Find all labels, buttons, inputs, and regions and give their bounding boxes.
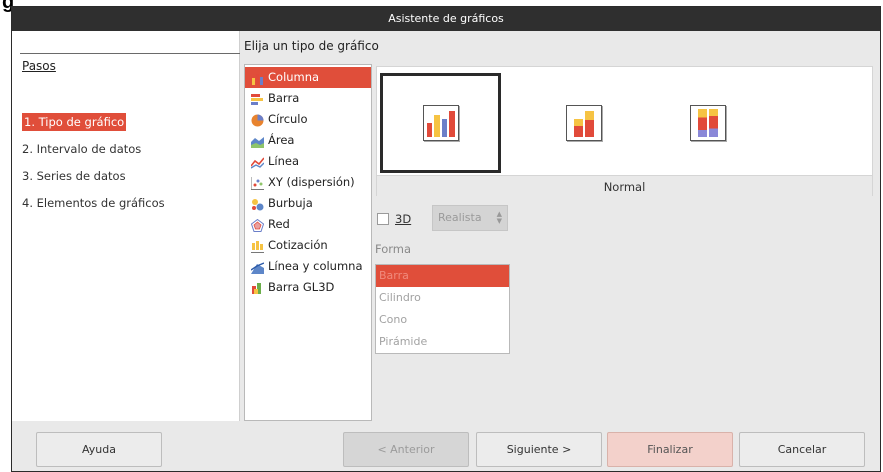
cancel-button[interactable]: Cancelar	[739, 432, 865, 467]
percent-stacked-variant[interactable]	[647, 73, 768, 173]
finish-button[interactable]: Finalizar	[607, 432, 733, 467]
chart-type-bar[interactable]: Barra	[245, 88, 371, 109]
chart-type-net[interactable]: Red	[245, 214, 371, 235]
chart-type-area[interactable]: Área	[245, 130, 371, 151]
choose-chart-type-heading: Elija un tipo de gráfico	[244, 39, 379, 53]
steps-divider	[20, 53, 240, 54]
chart-type-gl3d-bar[interactable]: Barra GL3D	[245, 277, 371, 298]
bubble-chart-icon	[251, 197, 264, 211]
chart-wizard-dialog: Asistente de gráficos Pasos 1. Tipo de g…	[11, 6, 881, 472]
column-chart-icon	[251, 71, 264, 85]
step-data-range[interactable]: 2. Intervalo de datos	[20, 138, 235, 165]
gl3d-bar-chart-icon	[251, 281, 264, 294]
steps-title: Pasos	[22, 59, 56, 73]
pie-chart-icon	[251, 113, 264, 127]
shape-option-pyramid[interactable]: Pirámide	[376, 331, 509, 353]
variant-caption: Normal	[377, 175, 872, 197]
three-d-label: 3D	[395, 212, 412, 226]
chart-type-list[interactable]: Columna Barra Círculo Área Línea XY (dis	[244, 64, 372, 421]
column-line-chart-icon	[250, 260, 265, 274]
three-d-style-select[interactable]: Realista ▲ ▼	[432, 205, 508, 231]
normal-variant[interactable]	[380, 73, 501, 173]
line-chart-icon	[250, 155, 265, 169]
chart-type-scatter[interactable]: XY (dispersión)	[245, 172, 371, 193]
percent-stacked-column-icon	[689, 105, 726, 141]
chart-type-line[interactable]: Línea	[245, 151, 371, 172]
step-data-series[interactable]: 3. Series de datos	[20, 165, 235, 192]
back-button[interactable]: < Anterior	[343, 432, 469, 467]
stacked-column-icon	[565, 105, 602, 141]
chart-type-column[interactable]: Columna	[245, 67, 371, 88]
shape-label: Forma	[375, 242, 412, 256]
shape-list[interactable]: Barra Cilindro Cono Pirámide	[375, 264, 510, 354]
steps-list: 1. Tipo de gráfico 2. Intervalo de datos…	[20, 111, 235, 219]
bar-chart-icon	[251, 92, 264, 105]
three-d-checkbox[interactable]	[377, 213, 389, 225]
net-chart-icon	[250, 218, 265, 232]
dialog-title: Asistente de gráficos	[12, 7, 880, 31]
step-chart-type[interactable]: 1. Tipo de gráfico	[20, 111, 235, 138]
help-button[interactable]: Ayuda	[36, 432, 162, 467]
normal-column-icon	[422, 105, 459, 141]
scatter-chart-icon	[250, 176, 264, 190]
chart-variant-panel: Normal	[376, 66, 873, 197]
stacked-variant[interactable]	[523, 73, 644, 173]
chart-type-bubble[interactable]: Burbuja	[245, 193, 371, 214]
spinner-arrows-icon: ▲ ▼	[496, 210, 502, 225]
steps-pane: Pasos 1. Tipo de gráfico 2. Intervalo de…	[12, 31, 240, 421]
stock-chart-icon	[251, 239, 264, 253]
three-d-option[interactable]: 3D	[377, 212, 411, 226]
shape-option-cone[interactable]: Cono	[376, 309, 509, 331]
chart-type-stock[interactable]: Cotización	[245, 235, 371, 256]
shape-option-cylinder[interactable]: Cilindro	[376, 287, 509, 309]
shape-option-bar[interactable]: Barra	[376, 265, 509, 287]
area-chart-icon	[251, 134, 264, 148]
next-button[interactable]: Siguiente >	[476, 432, 602, 467]
chart-type-pie[interactable]: Círculo	[245, 109, 371, 130]
chart-type-column-line[interactable]: Línea y columna	[245, 256, 371, 277]
step-chart-elements[interactable]: 4. Elementos de gráficos	[20, 192, 235, 219]
